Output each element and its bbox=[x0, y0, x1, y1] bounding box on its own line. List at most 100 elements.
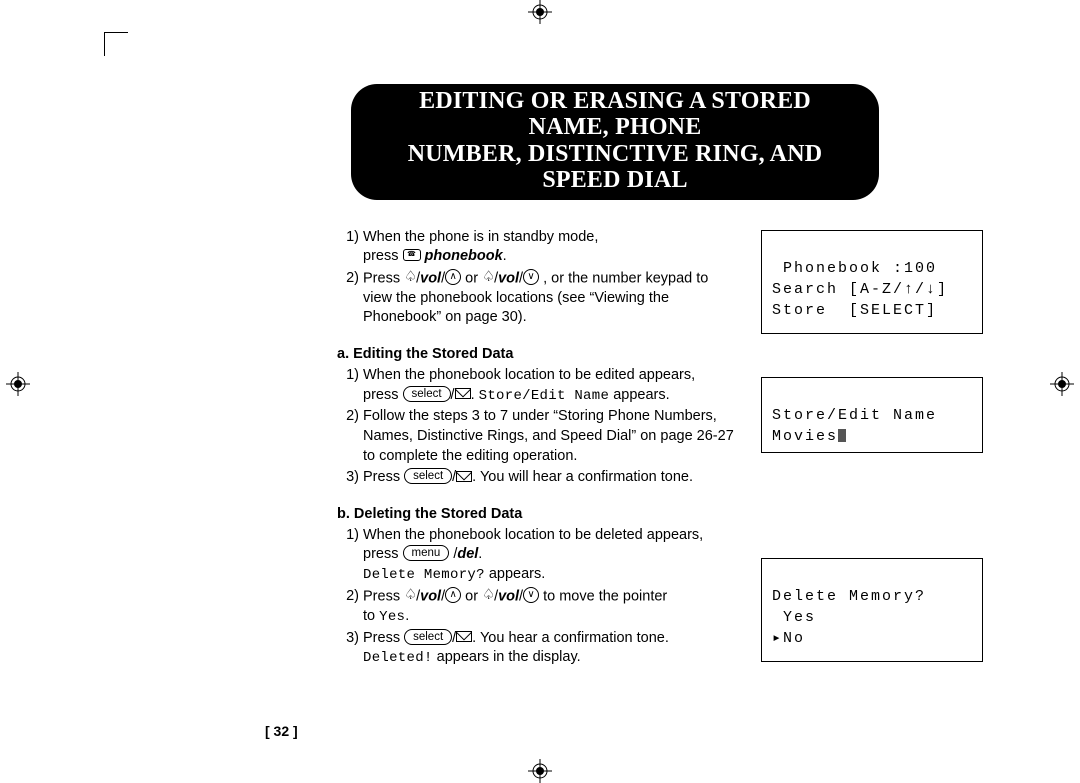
text: Press bbox=[363, 469, 404, 485]
bell-icon: ♤ bbox=[404, 586, 416, 606]
step-number: 3) bbox=[337, 468, 363, 488]
registration-mark-right-icon bbox=[1050, 372, 1074, 396]
envelope-icon bbox=[456, 631, 472, 642]
subsection-b-heading: b. Deleting the Stored Data bbox=[337, 506, 735, 522]
intro-steps: 1) When the phone is in standby mode, pr… bbox=[265, 228, 735, 328]
registration-mark-bottom-icon bbox=[528, 759, 552, 783]
text: . You hear a confirmation tone. bbox=[472, 630, 669, 646]
registration-mark-left-icon bbox=[6, 372, 30, 396]
text: appears. bbox=[609, 387, 669, 403]
title-line-1: EDITING OR ERASING A STORED NAME, PHONE bbox=[379, 88, 851, 141]
vol-label: vol bbox=[420, 588, 441, 604]
step-number: 1) bbox=[337, 526, 363, 585]
step-text: Press select/. You hear a confirmation t… bbox=[363, 629, 735, 668]
intro-step-1: 1) When the phone is in standby mode, pr… bbox=[337, 228, 735, 267]
text: appears. bbox=[485, 566, 545, 582]
text: Press bbox=[363, 588, 404, 604]
section-b-steps: 1) When the phonebook location to be del… bbox=[265, 526, 735, 669]
step-number: 1) bbox=[337, 366, 363, 405]
registration-mark-top-icon bbox=[528, 0, 552, 24]
text: . bbox=[503, 248, 507, 264]
text: or bbox=[465, 270, 482, 286]
select-key-icon: select bbox=[404, 629, 452, 645]
lcd-screen-store-edit: Store/Edit Name Movies bbox=[761, 377, 983, 453]
vol-label: vol bbox=[420, 270, 441, 286]
text: When the phonebook location to be delete… bbox=[363, 527, 703, 543]
text: When the phonebook location to be edited… bbox=[363, 367, 695, 383]
text: . You will hear a confirmation tone. bbox=[472, 469, 693, 485]
phonebook-key-icon bbox=[403, 249, 421, 261]
instruction-column: 1) When the phone is in standby mode, pr… bbox=[265, 228, 735, 669]
section-a-step-2: 2) Follow the steps 3 to 7 under “Storin… bbox=[337, 407, 735, 466]
volume-up-icon bbox=[445, 587, 461, 603]
lcd3-line2: Yes bbox=[772, 609, 816, 626]
lcd1-line3: Store [SELECT] bbox=[772, 302, 937, 319]
intro-step-2: 2) Press ♤/vol/ or ♤/vol/ , or the numbe… bbox=[337, 269, 735, 328]
step-text: When the phonebook location to be edited… bbox=[363, 366, 735, 405]
lcd-inline-text: Deleted! bbox=[363, 650, 433, 666]
text: . bbox=[478, 546, 482, 562]
step-text: Press select/. You will hear a confirmat… bbox=[363, 468, 735, 488]
step-text: Press ♤/vol/ or ♤/vol/ , or the number k… bbox=[363, 269, 735, 328]
text: press bbox=[363, 387, 403, 403]
text: to move the pointer bbox=[543, 588, 667, 604]
step-text: When the phonebook location to be delete… bbox=[363, 526, 735, 585]
select-key-icon: select bbox=[403, 386, 451, 402]
volume-up-icon bbox=[445, 269, 461, 285]
bell-icon: ♤ bbox=[482, 586, 494, 606]
page-content: EDITING OR ERASING A STORED NAME, PHONE … bbox=[265, 84, 965, 670]
lcd1-line2: Search [A-Z/↑/↓] bbox=[772, 281, 948, 298]
crop-mark-icon bbox=[104, 32, 128, 56]
step-number: 1) bbox=[337, 228, 363, 267]
section-title: EDITING OR ERASING A STORED NAME, PHONE … bbox=[351, 84, 879, 200]
text: Press bbox=[363, 270, 404, 286]
lcd3-line1: Delete Memory? bbox=[772, 588, 926, 605]
page-number: [ 32 ] bbox=[265, 723, 298, 739]
section-b-step-2: 2) Press ♤/vol/ or ♤/vol/ to move the po… bbox=[337, 587, 735, 627]
step-number: 3) bbox=[337, 629, 363, 668]
bell-icon: ♤ bbox=[404, 268, 416, 288]
text: to bbox=[363, 608, 379, 624]
phonebook-label: phonebook bbox=[425, 248, 503, 264]
vol-label: vol bbox=[498, 270, 519, 286]
lcd3-line3: ▸No bbox=[772, 630, 805, 647]
del-label: del bbox=[457, 546, 478, 562]
lcd-inline-text: Store/Edit Name bbox=[479, 388, 610, 404]
lcd2-line2: Movies bbox=[772, 428, 838, 445]
envelope-icon bbox=[456, 471, 472, 482]
lcd1-line1: Phonebook :100 bbox=[772, 260, 937, 277]
select-key-icon: select bbox=[404, 468, 452, 484]
step-text: Follow the steps 3 to 7 under “Storing P… bbox=[363, 407, 735, 466]
text: or bbox=[465, 588, 482, 604]
text: press bbox=[363, 546, 403, 562]
bell-icon: ♤ bbox=[482, 268, 494, 288]
text: appears in the display. bbox=[433, 649, 581, 665]
section-a-step-3: 3) Press select/. You will hear a confir… bbox=[337, 468, 735, 488]
menu-key-icon: menu bbox=[403, 545, 450, 561]
section-a-steps: 1) When the phonebook location to be edi… bbox=[265, 366, 735, 488]
lcd-inline-text: Delete Memory? bbox=[363, 567, 485, 583]
lcd-screen-delete: Delete Memory? Yes ▸No bbox=[761, 558, 983, 662]
text: When the phone is in standby mode, bbox=[363, 229, 598, 245]
volume-down-icon bbox=[523, 587, 539, 603]
text: . bbox=[405, 608, 409, 624]
step-text: When the phone is in standby mode, press… bbox=[363, 228, 735, 267]
section-b-step-3: 3) Press select/. You hear a confirmatio… bbox=[337, 629, 735, 668]
section-b-step-1: 1) When the phonebook location to be del… bbox=[337, 526, 735, 585]
section-a-step-1: 1) When the phonebook location to be edi… bbox=[337, 366, 735, 405]
lcd-screen-phonebook: Phonebook :100 Search [A-Z/↑/↓] Store [S… bbox=[761, 230, 983, 334]
cursor-icon bbox=[838, 429, 846, 442]
step-text: Press ♤/vol/ or ♤/vol/ to move the point… bbox=[363, 587, 735, 627]
envelope-icon bbox=[455, 388, 471, 399]
text: . bbox=[471, 387, 479, 403]
vol-label: vol bbox=[498, 588, 519, 604]
lcd2-line1: Store/Edit Name bbox=[772, 407, 937, 424]
subsection-a-heading: a. Editing the Stored Data bbox=[337, 346, 735, 362]
title-line-2: NUMBER, DISTINCTIVE RING, AND SPEED DIAL bbox=[379, 141, 851, 194]
volume-down-icon bbox=[523, 269, 539, 285]
content-body: Phonebook :100 Search [A-Z/↑/↓] Store [S… bbox=[265, 228, 965, 669]
text: , or the number keypad bbox=[543, 270, 692, 286]
text: Press bbox=[363, 630, 404, 646]
step-number: 2) bbox=[337, 407, 363, 466]
step-number: 2) bbox=[337, 587, 363, 627]
